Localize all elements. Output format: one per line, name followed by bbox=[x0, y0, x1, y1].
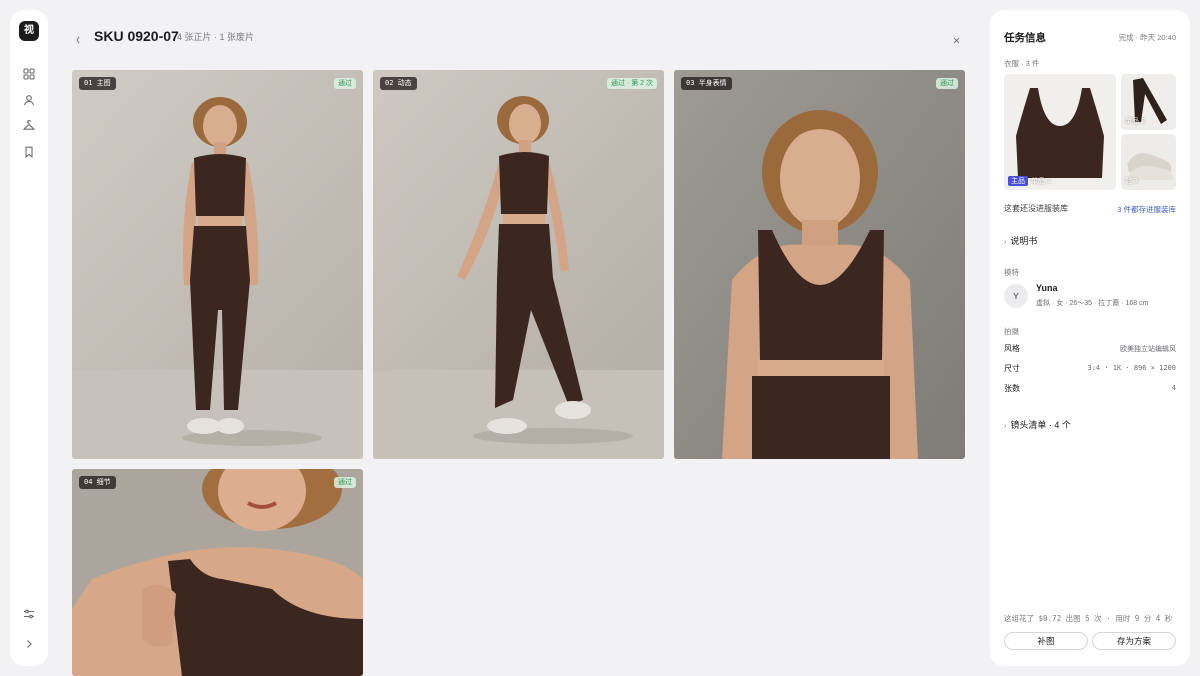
model-photo-detail bbox=[72, 469, 363, 676]
photo-tag: 04 细节 bbox=[79, 476, 116, 489]
item-thumb-3[interactable]: 鞋 3 bbox=[1121, 134, 1176, 190]
avatar: Y bbox=[1004, 284, 1028, 308]
clothing-label: 衣服 · 3 件 bbox=[1004, 59, 1040, 68]
spec-count-value: 4 bbox=[1171, 384, 1176, 392]
spec-size-value: 3:4 · 1K · 896 × 1200 bbox=[1087, 364, 1176, 372]
spec-style-value: 欧美独立站编辑风 bbox=[1120, 346, 1176, 353]
retouch-button[interactable]: 补图 bbox=[1004, 632, 1088, 650]
status-badge: 通过 · 第 2 次 bbox=[606, 78, 657, 89]
model-photo-portrait bbox=[674, 70, 965, 459]
photo-card-04[interactable]: 04 细节 通过 bbox=[72, 469, 363, 676]
model-photo-walking bbox=[373, 70, 664, 459]
shoot-label: 拍摄 bbox=[1004, 327, 1019, 336]
photo-card-03[interactable]: 03 半身表情 通过 bbox=[674, 70, 965, 459]
spec-style-key: 风格 bbox=[1004, 344, 1020, 353]
photo-tag: 01 主图 bbox=[79, 77, 116, 90]
grid-icon[interactable] bbox=[23, 68, 35, 80]
wardrobe-note: 这套还没进服装库 bbox=[1004, 204, 1068, 213]
photo-card-02[interactable]: 02 动态 通过 · 第 2 次 bbox=[373, 70, 664, 459]
photo-tag: 03 半身表情 bbox=[681, 77, 732, 90]
completion-meta: 完成 · 昨天 20:40 bbox=[1118, 33, 1176, 42]
app-logo[interactable]: 视 bbox=[19, 21, 39, 41]
model-label: 模特 bbox=[1004, 268, 1019, 277]
photo-tag: 02 动态 bbox=[380, 77, 417, 90]
item-caption: 主品 单品 1 bbox=[1008, 176, 1051, 186]
photo-card-01[interactable]: 01 主图 通过 bbox=[72, 70, 363, 459]
spec-size-key: 尺寸 bbox=[1004, 364, 1020, 373]
back-icon[interactable] bbox=[74, 32, 82, 44]
tank-top-image bbox=[1004, 74, 1116, 190]
shot-list-toggle[interactable]: › 镜头清单 · 4 个 bbox=[1004, 418, 1071, 431]
page-subtitle: 4 张正片 · 1 张废片 bbox=[177, 32, 255, 42]
model-description: 虚拟 · 女 · 26～35 · 拉丁裔 · 168 cm bbox=[1036, 300, 1149, 307]
bullet-icon: › bbox=[1004, 423, 1007, 430]
spec-count-key: 张数 bbox=[1004, 384, 1020, 393]
sliders-icon[interactable] bbox=[23, 608, 35, 620]
page-title: SKU 0920-07 bbox=[94, 28, 179, 44]
main-item-badge: 主品 bbox=[1008, 176, 1028, 186]
status-badge: 通过 bbox=[936, 78, 958, 89]
item-caption: 单品 2 bbox=[1125, 118, 1145, 125]
model-photo-standing bbox=[72, 70, 363, 459]
item-thumb-1[interactable]: 主品 单品 1 bbox=[1004, 74, 1116, 190]
status-badge: 通过 bbox=[334, 78, 356, 89]
manual-section-toggle[interactable]: › 说明书 bbox=[1004, 234, 1037, 247]
hanger-icon[interactable] bbox=[23, 120, 35, 132]
save-preset-button[interactable]: 存为方案 bbox=[1092, 632, 1176, 650]
model-name: Yuna bbox=[1036, 283, 1058, 293]
panel-title: 任务信息 bbox=[1004, 32, 1046, 44]
task-info-panel: 任务信息 完成 · 昨天 20:40 衣服 · 3 件 主品 单品 1 单品 2 … bbox=[990, 10, 1190, 666]
status-badge: 通过 bbox=[334, 477, 356, 488]
item-caption: 鞋 3 bbox=[1125, 178, 1138, 185]
save-to-wardrobe-link[interactable]: 3 件都存进服装库 bbox=[1117, 204, 1176, 215]
bookmark-icon[interactable] bbox=[23, 146, 35, 158]
person-icon[interactable] bbox=[23, 94, 35, 106]
item-thumb-2[interactable]: 单品 2 bbox=[1121, 74, 1176, 130]
bullet-icon: › bbox=[1004, 239, 1007, 246]
cost-summary: 这组花了 $0.72 出图 5 次 · 用时 9 分 4 秒 bbox=[1004, 614, 1173, 623]
chevron-right-icon[interactable] bbox=[23, 638, 35, 650]
left-rail: 视 bbox=[10, 10, 48, 666]
close-icon[interactable] bbox=[952, 32, 961, 44]
page-header: SKU 0920-07 4 张正片 · 1 张废片 bbox=[72, 26, 967, 48]
